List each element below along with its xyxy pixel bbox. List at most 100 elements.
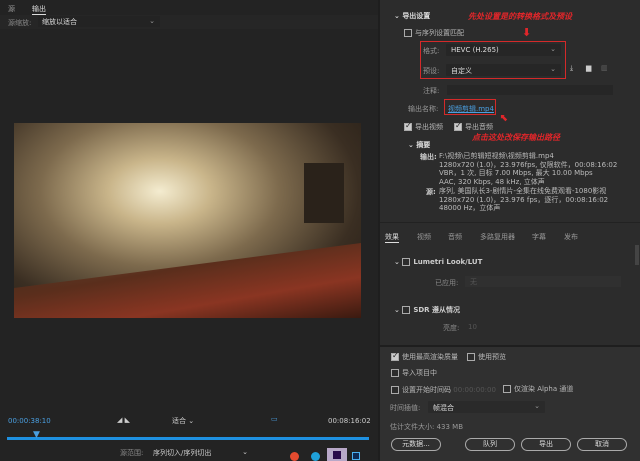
filesize-value: 433 MB bbox=[436, 423, 464, 431]
summary-source-label: 源: bbox=[426, 188, 436, 196]
tab-publish[interactable]: 发布 bbox=[564, 232, 578, 242]
summary-line: F:\视频\已剪辑短视频\视频剪辑.mp4 bbox=[439, 152, 554, 160]
import-preset-icon[interactable]: ▆ bbox=[586, 64, 591, 72]
comment-label: 注释: bbox=[423, 87, 440, 95]
preset-value: 自定义 bbox=[451, 67, 472, 75]
checkbox-label: 导出音频 bbox=[465, 123, 493, 131]
summary-line: VBR，1 次, 目标 7.00 Mbps, 最大 10.00 Mbps bbox=[439, 169, 593, 177]
max-quality-checkbox[interactable]: 使用最高渲染质量 bbox=[391, 351, 458, 362]
summary-heading[interactable]: ⌄ 摘要 bbox=[408, 140, 430, 150]
scale-dropdown[interactable]: 缩放以适合 ⌄ bbox=[38, 16, 160, 27]
arrow-icon: ⬉ bbox=[500, 113, 509, 124]
output-name-link[interactable]: 视频剪辑.mp4 bbox=[448, 104, 494, 114]
scale-value: 缩放以适合 bbox=[42, 18, 77, 26]
tab-video[interactable]: 视频 bbox=[417, 232, 431, 242]
source-output-panel: 源 输出 源缩放: 缩放以适合 ⌄ 00:00:38:10 ◢ ◣ 适合 ⌄ ▭ … bbox=[0, 0, 378, 461]
premiere-taskbar-icon[interactable] bbox=[327, 448, 347, 461]
video-preview bbox=[14, 123, 361, 318]
brightness-value[interactable]: 10 bbox=[468, 323, 477, 331]
filesize: 估计文件大小: 433 MB bbox=[390, 422, 463, 432]
time-interp-dropdown[interactable]: 帧混合 ⌄ bbox=[428, 401, 545, 413]
section-label: Lumetri Look/LUT bbox=[413, 258, 483, 266]
metadata-button[interactable]: 元数据... bbox=[391, 438, 441, 451]
chevron-down-icon: ⌄ bbox=[149, 17, 155, 25]
chevron-down-icon: ⌄ bbox=[550, 45, 556, 53]
summary-output-label: 输出: bbox=[420, 153, 437, 161]
tab-source[interactable]: 源 bbox=[8, 4, 15, 14]
format-value: HEVC (H.265) bbox=[451, 46, 499, 54]
checkbox-label: 使用预览 bbox=[478, 353, 506, 361]
checkbox-label: 仅渲染 Alpha 通道 bbox=[514, 385, 574, 393]
chevron-down-icon: ⌄ bbox=[534, 402, 540, 410]
summary-line: 48000 Hz，立体声 bbox=[439, 204, 501, 212]
summary-line: 序列, 美国队长3-剧情片-全集在线免费观看-1080影视 bbox=[439, 187, 607, 195]
preset-dropdown[interactable]: 自定义 ⌄ bbox=[446, 64, 561, 76]
export-settings-panel: ⌄ 导出设置 先处设置是的转换格式及预设 ⬇ 与序列设置匹配 格式: HEVC … bbox=[380, 0, 640, 461]
summary-source: 序列, 美国队长3-剧情片-全集在线免费观看-1080影视 1280x720 (… bbox=[439, 187, 608, 213]
edge-taskbar-icon[interactable] bbox=[311, 452, 320, 461]
range-value: 序列切入/序列切出 bbox=[153, 449, 212, 457]
range-dropdown[interactable]: 序列切入/序列切出 ⌄ bbox=[153, 448, 248, 458]
fit-dropdown[interactable]: 适合 ⌄ bbox=[172, 416, 194, 426]
annotation-top: 先处设置是的转换格式及预设 bbox=[468, 12, 572, 21]
filesize-label: 估计文件大小: bbox=[390, 423, 435, 431]
summary-line: AAC, 320 Kbps, 48 kHz, 立体声 bbox=[439, 177, 545, 186]
arrow-down-icon: ⬇ bbox=[522, 26, 532, 39]
checkbox-label: 设置开始时间码 bbox=[402, 386, 451, 394]
export-audio-checkbox[interactable]: 导出音频 bbox=[454, 121, 493, 132]
tab-captions[interactable]: 字幕 bbox=[532, 232, 546, 242]
tab-effects[interactable]: 效果 bbox=[385, 232, 399, 243]
output-name-label: 输出名称: bbox=[408, 105, 439, 113]
match-sequence-checkbox[interactable]: 与序列设置匹配 bbox=[404, 28, 464, 38]
fit-value: 适合 bbox=[172, 417, 186, 425]
heading-label: 导出设置 bbox=[402, 12, 431, 20]
alpha-only-checkbox[interactable]: 仅渲染 Alpha 通道 bbox=[503, 384, 573, 394]
scale-label: 源缩放: bbox=[8, 19, 32, 27]
applied-value: 无 bbox=[470, 278, 477, 286]
aspect-icon[interactable]: ▭ bbox=[271, 415, 278, 423]
tab-label: 源 bbox=[8, 5, 15, 13]
use-preview-checkbox[interactable]: 使用预览 bbox=[467, 352, 506, 362]
start-timecode-value: 00:00:00:00 bbox=[453, 386, 496, 394]
summary-line: 1280x720 (1.0)，23.976fps, 仅限软件，00:08:16:… bbox=[439, 160, 618, 169]
cancel-button[interactable]: 取消 bbox=[577, 438, 627, 451]
checkbox-label: 导出视频 bbox=[415, 123, 443, 131]
mark-in-out-icons[interactable]: ◢ ◣ bbox=[117, 416, 130, 424]
export-settings-heading[interactable]: ⌄ 导出设置 bbox=[394, 11, 430, 21]
total-duration: 00:08:16:02 bbox=[328, 417, 371, 425]
preset-label: 预设: bbox=[423, 67, 440, 75]
current-timecode[interactable]: 00:00:38:10 bbox=[8, 417, 51, 425]
applied-label: 已应用: bbox=[435, 279, 459, 287]
scrollbar[interactable] bbox=[635, 245, 639, 265]
tab-audio[interactable]: 音频 bbox=[448, 232, 462, 242]
checkbox-label: 与序列设置匹配 bbox=[415, 29, 464, 37]
photoshop-taskbar-icon[interactable] bbox=[352, 452, 360, 460]
section-label: SDR 遵从情况 bbox=[413, 306, 460, 314]
tab-multiplexer[interactable]: 多路复用器 bbox=[480, 232, 515, 242]
summary-output: F:\视频\已剪辑短视频\视频剪辑.mp4 1280x720 (1.0)，23.… bbox=[439, 152, 617, 186]
comment-input[interactable] bbox=[447, 85, 613, 95]
start-timecode-checkbox[interactable]: 设置开始时间码 00:00:00:00 bbox=[391, 385, 496, 395]
chevron-down-icon: ⌄ bbox=[550, 65, 556, 73]
chrome-taskbar-icon[interactable] bbox=[290, 452, 299, 461]
playhead-handle[interactable]: ▼ bbox=[33, 430, 40, 440]
delete-preset-icon[interactable]: ▥ bbox=[601, 64, 608, 72]
tab-output[interactable]: 输出 bbox=[32, 4, 46, 15]
format-label: 格式: bbox=[423, 47, 440, 55]
sdr-section[interactable]: ⌄ SDR 遵从情况 bbox=[394, 305, 460, 315]
queue-button[interactable]: 队列 bbox=[465, 438, 515, 451]
summary-line: 1280x720 (1.0)，23.976 fps，逐行，00:08:16:02 bbox=[439, 195, 609, 204]
export-button[interactable]: 导出 bbox=[521, 438, 571, 451]
checkbox-label: 使用最高渲染质量 bbox=[402, 353, 458, 361]
import-project-checkbox[interactable]: 导入项目中 bbox=[391, 368, 437, 378]
range-label: 源范围: bbox=[120, 449, 144, 457]
format-dropdown[interactable]: HEVC (H.265) ⌄ bbox=[446, 44, 561, 56]
timeline-bar[interactable] bbox=[7, 437, 369, 440]
brightness-label: 亮度: bbox=[443, 324, 460, 332]
annotation-bottom: 点击这处改保存输出路径 bbox=[472, 133, 560, 142]
applied-dropdown[interactable]: 无 bbox=[465, 276, 621, 287]
save-preset-icon[interactable]: ⤓ bbox=[570, 64, 573, 73]
lumetri-section[interactable]: ⌄ Lumetri Look/LUT bbox=[394, 258, 482, 266]
time-interp-label: 时间插值: bbox=[390, 404, 421, 412]
export-video-checkbox[interactable]: 导出视频 bbox=[404, 121, 443, 132]
